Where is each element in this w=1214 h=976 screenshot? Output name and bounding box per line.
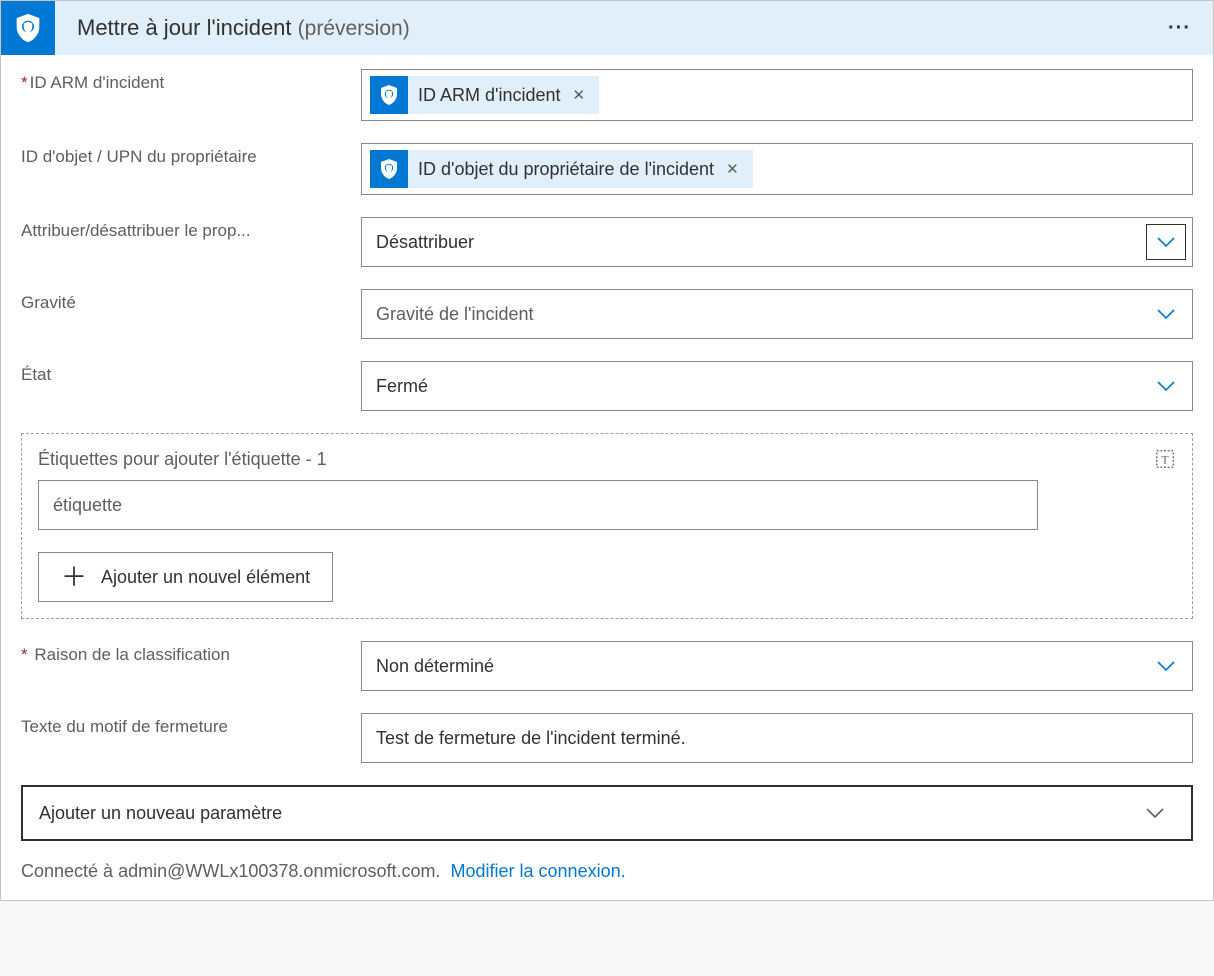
chevron-down-icon[interactable] [1146, 224, 1186, 260]
field-owner-upn[interactable]: ID d'objet du propriétaire de l'incident… [361, 143, 1193, 195]
label-severity: Gravité [21, 289, 361, 313]
plus-icon: ＋ [61, 564, 87, 590]
chevron-down-icon[interactable] [1135, 795, 1175, 831]
token-text: ID ARM d'incident [418, 85, 567, 106]
chevron-down-icon[interactable] [1146, 368, 1186, 404]
chevron-down-icon[interactable] [1146, 648, 1186, 684]
tags-title: Étiquettes pour ajouter l'étiquette - 1 [38, 449, 1154, 470]
sentinel-icon [1, 1, 55, 55]
label-classification: * Raison de la classification [21, 641, 361, 665]
token-remove-icon[interactable]: ✕ [567, 86, 592, 104]
connection-footer: Connecté à admin@WWLx100378.onmicrosoft.… [21, 861, 1193, 882]
token-arm-id[interactable]: ID ARM d'incident ✕ [370, 76, 599, 114]
token-text: ID d'objet du propriétaire de l'incident [418, 159, 720, 180]
required-asterisk: * [21, 73, 28, 92]
input-close-reason[interactable]: Test de fermeture de l'incident terminé. [361, 713, 1193, 763]
select-value: Désattribuer [376, 232, 1146, 253]
card-title-suffix: (préversion) [298, 17, 410, 40]
action-card: Mettre à jour l'incident (préversion) ··… [0, 0, 1214, 901]
connected-account: admin@WWLx100378.onmicrosoft.com. [118, 861, 440, 881]
card-menu-icon[interactable]: ··· [1164, 13, 1195, 44]
svg-text:T: T [1161, 453, 1169, 467]
card-title: Mettre à jour l'incident (préversion) [55, 15, 1164, 41]
select-value: Non déterminé [376, 656, 1146, 677]
tag-input-placeholder: étiquette [53, 495, 122, 516]
select-assign[interactable]: Désattribuer [361, 217, 1193, 267]
close-reason-value: Test de fermeture de l'incident terminé. [376, 728, 686, 749]
row-arm-id: *ID ARM d'incident ID ARM d'incident ✕ [21, 69, 1193, 121]
label-close-reason: Texte du motif de fermeture [21, 713, 361, 737]
card-title-text: Mettre à jour l'incident [77, 15, 292, 40]
row-close-reason: Texte du motif de fermeture Test de ferm… [21, 713, 1193, 763]
add-tag-label: Ajouter un nouvel élément [101, 567, 310, 588]
field-arm-id[interactable]: ID ARM d'incident ✕ [361, 69, 1193, 121]
card-body: *ID ARM d'incident ID ARM d'incident ✕ [1, 55, 1213, 900]
select-classification[interactable]: Non déterminé [361, 641, 1193, 691]
sentinel-icon [370, 76, 408, 114]
chevron-down-icon[interactable] [1146, 296, 1186, 332]
row-owner-upn: ID d'objet / UPN du propriétaire ID d'ob… [21, 143, 1193, 195]
token-remove-icon[interactable]: ✕ [720, 160, 745, 178]
add-parameter-select[interactable]: Ajouter un nouveau paramètre [21, 785, 1193, 841]
connected-prefix: Connecté à [21, 861, 118, 881]
add-parameter-label: Ajouter un nouveau paramètre [39, 803, 1135, 824]
token-owner-upn[interactable]: ID d'objet du propriétaire de l'incident… [370, 150, 753, 188]
select-state[interactable]: Fermé [361, 361, 1193, 411]
tag-input[interactable]: étiquette [38, 480, 1038, 530]
row-state: État Fermé [21, 361, 1193, 411]
label-state: État [21, 361, 361, 385]
required-asterisk: * [21, 645, 28, 664]
select-placeholder: Gravité de l'incident [376, 304, 1146, 325]
change-connection-link[interactable]: Modifier la connexion. [451, 861, 626, 881]
select-severity[interactable]: Gravité de l'incident [361, 289, 1193, 339]
switch-array-mode-icon[interactable]: T [1154, 448, 1176, 470]
sentinel-icon [370, 150, 408, 188]
row-severity: Gravité Gravité de l'incident [21, 289, 1193, 339]
label-arm-id: *ID ARM d'incident [21, 69, 361, 93]
card-header[interactable]: Mettre à jour l'incident (préversion) ··… [1, 1, 1213, 55]
row-classification: * Raison de la classification Non déterm… [21, 641, 1193, 691]
label-assign: Attribuer/désattribuer le prop... [21, 217, 361, 241]
add-tag-button[interactable]: ＋ Ajouter un nouvel élément [38, 552, 333, 602]
tags-section: Étiquettes pour ajouter l'étiquette - 1 … [21, 433, 1193, 619]
label-owner-upn: ID d'objet / UPN du propriétaire [21, 143, 361, 167]
row-assign: Attribuer/désattribuer le prop... Désatt… [21, 217, 1193, 267]
select-value: Fermé [376, 376, 1146, 397]
